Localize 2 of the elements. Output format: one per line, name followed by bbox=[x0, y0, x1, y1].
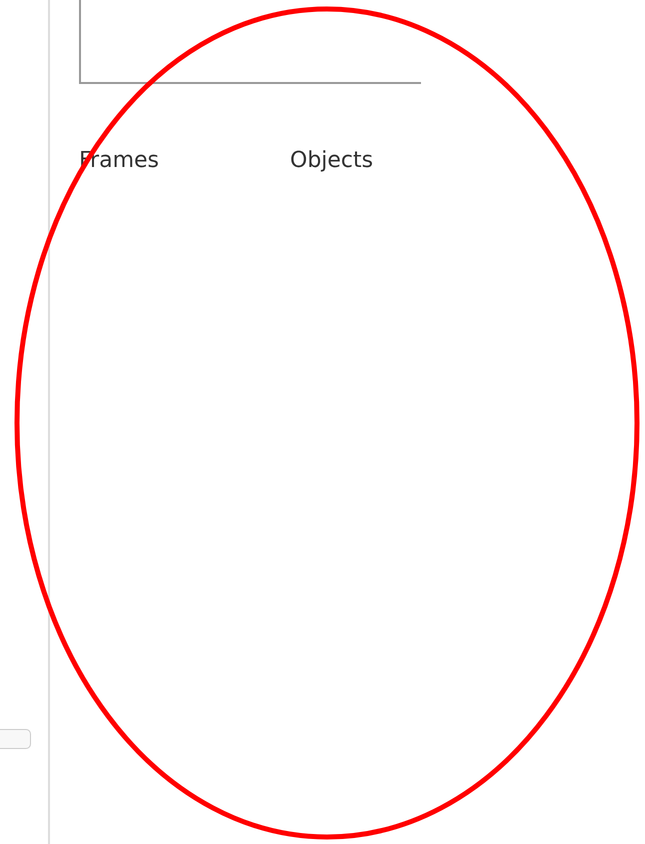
sidebar-button[interactable] bbox=[0, 729, 31, 749]
section-heading: Objects bbox=[290, 147, 374, 175]
